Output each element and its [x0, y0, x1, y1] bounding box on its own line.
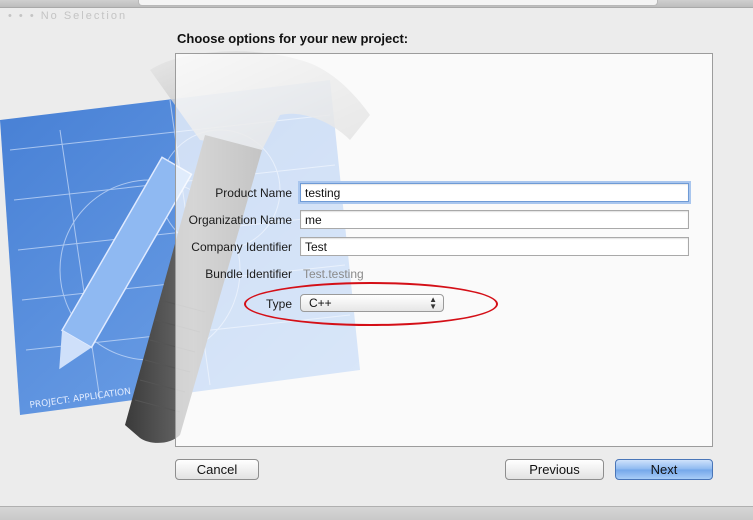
- organization-name-label: Organization Name: [188, 213, 292, 227]
- window-faint-title: • • • No Selection: [8, 10, 128, 22]
- next-button[interactable]: Next: [615, 459, 713, 480]
- toolbar-tab: [138, 0, 658, 6]
- window-bottom-bar: [0, 506, 753, 520]
- company-identifier-label: Company Identifier: [191, 240, 292, 254]
- product-name-field[interactable]: testing: [300, 183, 689, 202]
- bundle-identifier-value: Test.testing: [303, 267, 364, 281]
- company-identifier-field[interactable]: Test: [300, 237, 689, 256]
- cancel-button[interactable]: Cancel: [175, 459, 259, 480]
- organization-name-field[interactable]: me: [300, 210, 689, 229]
- bundle-identifier-label: Bundle Identifier: [205, 267, 292, 281]
- product-name-label: Product Name: [215, 186, 292, 200]
- highlight-ellipse: [244, 282, 498, 326]
- dialog-heading: Choose options for your new project:: [177, 31, 409, 46]
- previous-button[interactable]: Previous: [505, 459, 604, 480]
